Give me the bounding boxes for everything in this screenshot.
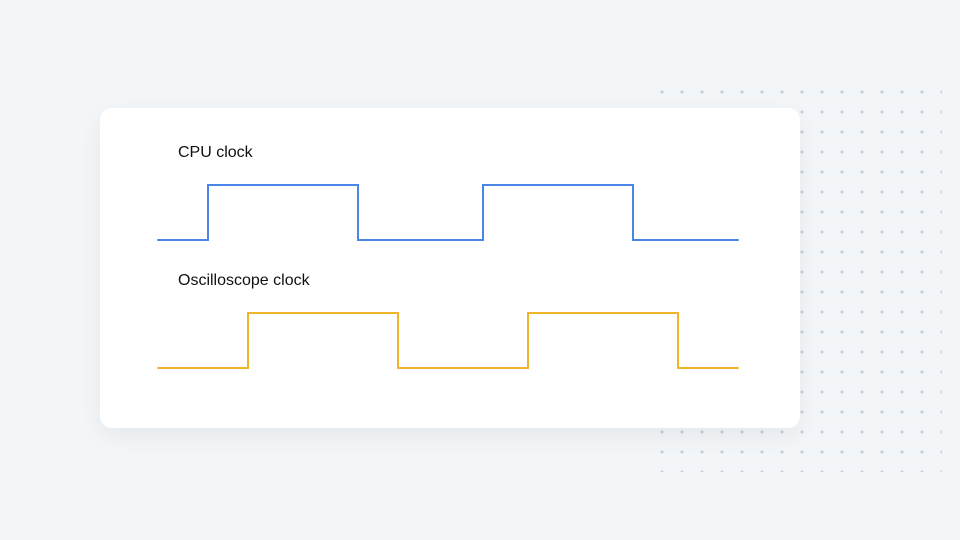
cpu-clock-block: CPU clock [148, 144, 752, 250]
oscilloscope-clock-waveform [148, 298, 748, 378]
cpu-clock-waveform [148, 170, 748, 250]
oscilloscope-clock-path [158, 313, 738, 368]
signal-diagram-card: CPU clock Oscilloscope clock [100, 108, 800, 428]
oscilloscope-clock-label: Oscilloscope clock [178, 272, 752, 290]
oscilloscope-clock-block: Oscilloscope clock [148, 272, 752, 378]
cpu-clock-path [158, 185, 738, 240]
cpu-clock-label: CPU clock [178, 144, 752, 162]
